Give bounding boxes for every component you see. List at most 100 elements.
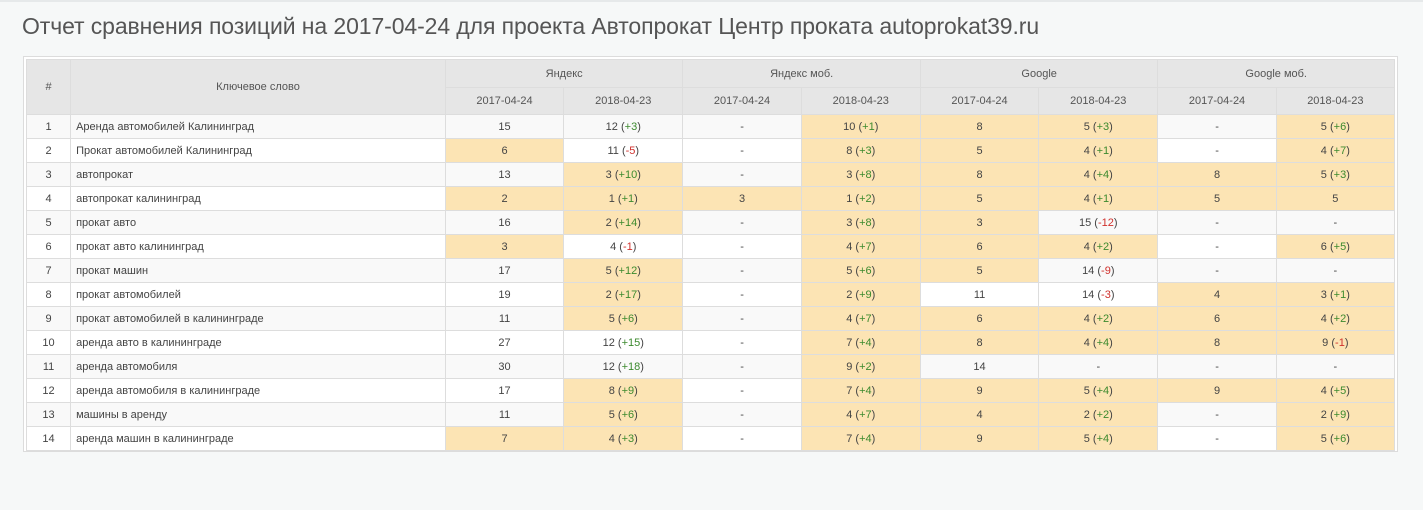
position-change: +6 <box>859 264 872 277</box>
position-value: 8 <box>608 384 615 397</box>
position-change: +3 <box>859 144 872 157</box>
position-cell: 4 (+7) <box>800 306 921 331</box>
table-row: 7 прокат машин 17 5 (+12) -5 (+6) 5 14 (-9) - - <box>25 258 1396 283</box>
position-value: 11 <box>498 312 511 325</box>
position-value: 4 <box>976 408 983 421</box>
position-value: - <box>740 216 744 229</box>
position-cell: 12 (+15) <box>563 330 684 355</box>
position-cell: - <box>1038 354 1159 379</box>
position-value: 8 <box>1213 168 1221 181</box>
position-change: +1 <box>1096 144 1110 157</box>
keyword-cell: аренда автомобиля <box>70 354 446 379</box>
position-value: 12 <box>605 120 618 133</box>
keyword-cell: автопрокат <box>70 162 446 187</box>
position-value: 4 <box>1320 384 1327 397</box>
position-value: 8 <box>976 168 983 181</box>
position-value: 4 <box>1083 336 1090 349</box>
position-change: +17 <box>618 288 638 301</box>
position-value: - <box>740 384 744 397</box>
date-header: 2018-04-23 <box>1038 87 1159 115</box>
keyword-cell: аренда автомобиля в калининграде <box>70 378 446 403</box>
position-value: 17 <box>498 264 511 277</box>
position-change: +2 <box>859 192 872 205</box>
position-change: +15 <box>621 336 641 349</box>
position-cell: 5 <box>919 258 1040 283</box>
position-cell: 11 (-5) <box>563 138 684 163</box>
position-value: 8 <box>846 144 853 157</box>
position-change: +7 <box>859 240 872 253</box>
position-value: 5 <box>976 144 983 157</box>
position-cell: 9 <box>919 426 1040 451</box>
position-value: - <box>1215 432 1219 445</box>
position-cell: 4 (+7) <box>800 234 921 259</box>
position-value: 8 <box>976 120 983 133</box>
position-value: - <box>740 240 744 253</box>
position-cell: - <box>682 306 802 331</box>
position-value: 16 <box>498 216 511 229</box>
position-value: - <box>1333 360 1338 373</box>
position-value: 7 <box>846 432 853 445</box>
position-value: 3 <box>605 168 612 181</box>
position-change: +7 <box>859 312 872 325</box>
position-cell: - <box>682 138 802 163</box>
row-number: 2 <box>25 138 72 163</box>
position-change: +9 <box>1333 408 1347 421</box>
position-cell: 2 (+9) <box>800 282 921 307</box>
position-cell: 5 <box>1275 186 1396 211</box>
position-value: 14 <box>973 360 986 373</box>
keyword-cell: прокат авто <box>70 210 446 235</box>
position-value: 5 <box>976 264 983 277</box>
position-value: - <box>740 168 744 181</box>
position-cell: 8 (+9) <box>563 378 684 403</box>
position-change: +7 <box>859 408 872 421</box>
position-cell: 17 <box>444 258 565 283</box>
position-value: 2 <box>605 288 612 301</box>
position-cell: 9 (+2) <box>800 354 921 379</box>
keyword-cell: аренда машин в калининграде <box>70 426 446 451</box>
position-value: 9 <box>846 360 853 373</box>
position-cell: 7 (+4) <box>800 330 921 355</box>
date-header: 2018-04-23 <box>563 87 684 115</box>
position-cell: 4 (+2) <box>1038 234 1159 259</box>
position-change: +4 <box>1096 384 1110 397</box>
position-value: - <box>1096 360 1101 373</box>
position-change: -3 <box>1101 288 1111 301</box>
position-change: +3 <box>624 120 638 133</box>
table-row: 13 машины в аренду 11 5 (+6) -4 (+7) 4 2 (+2) -… <box>25 402 1396 427</box>
position-change: +2 <box>1096 240 1110 253</box>
position-cell: 5 (+3) <box>1038 114 1159 139</box>
position-cell: - <box>682 234 802 259</box>
position-cell: 12 (+3) <box>563 114 684 139</box>
row-number: 8 <box>25 282 72 307</box>
position-value: - <box>1215 408 1219 421</box>
position-change: -12 <box>1097 216 1114 229</box>
position-value: 2 <box>1320 408 1327 421</box>
position-change: +4 <box>859 384 872 397</box>
position-change: +6 <box>621 408 635 421</box>
position-cell: 30 <box>444 354 565 379</box>
position-value: 4 <box>1320 312 1327 325</box>
position-change: +14 <box>618 216 638 229</box>
position-change: +12 <box>618 264 638 277</box>
position-value: 8 <box>976 336 983 349</box>
position-value: - <box>1215 216 1219 229</box>
table-row: 14 аренда машин в калининграде 7 4 (+3) - 7 (… <box>25 426 1396 451</box>
position-cell: 4 (+2) <box>1038 306 1159 331</box>
engine-header: Яндекс <box>444 59 684 88</box>
position-value: 4 <box>846 312 853 325</box>
position-cell: 3 (+8) <box>800 210 921 235</box>
position-value: 19 <box>498 288 511 301</box>
row-number: 4 <box>25 186 72 211</box>
position-change: +8 <box>859 216 872 229</box>
keyword-cell: аренда авто в калининграде <box>70 330 446 355</box>
table-row: 11 аренда автомобиля 30 12 (+18) - 9 (+2) 14 - -… <box>25 354 1396 379</box>
position-cell: 10 (+1) <box>800 114 921 139</box>
position-cell: 4 (+1) <box>1038 186 1159 211</box>
keyword-cell: прокат машин <box>70 258 446 283</box>
position-cell: 1 (+2) <box>800 186 921 211</box>
position-value: 14 <box>1082 264 1095 277</box>
position-change: +1 <box>862 120 875 133</box>
row-number: 3 <box>25 162 72 187</box>
engine-header: Яндекс моб. <box>682 59 921 88</box>
position-change: +9 <box>859 288 872 301</box>
